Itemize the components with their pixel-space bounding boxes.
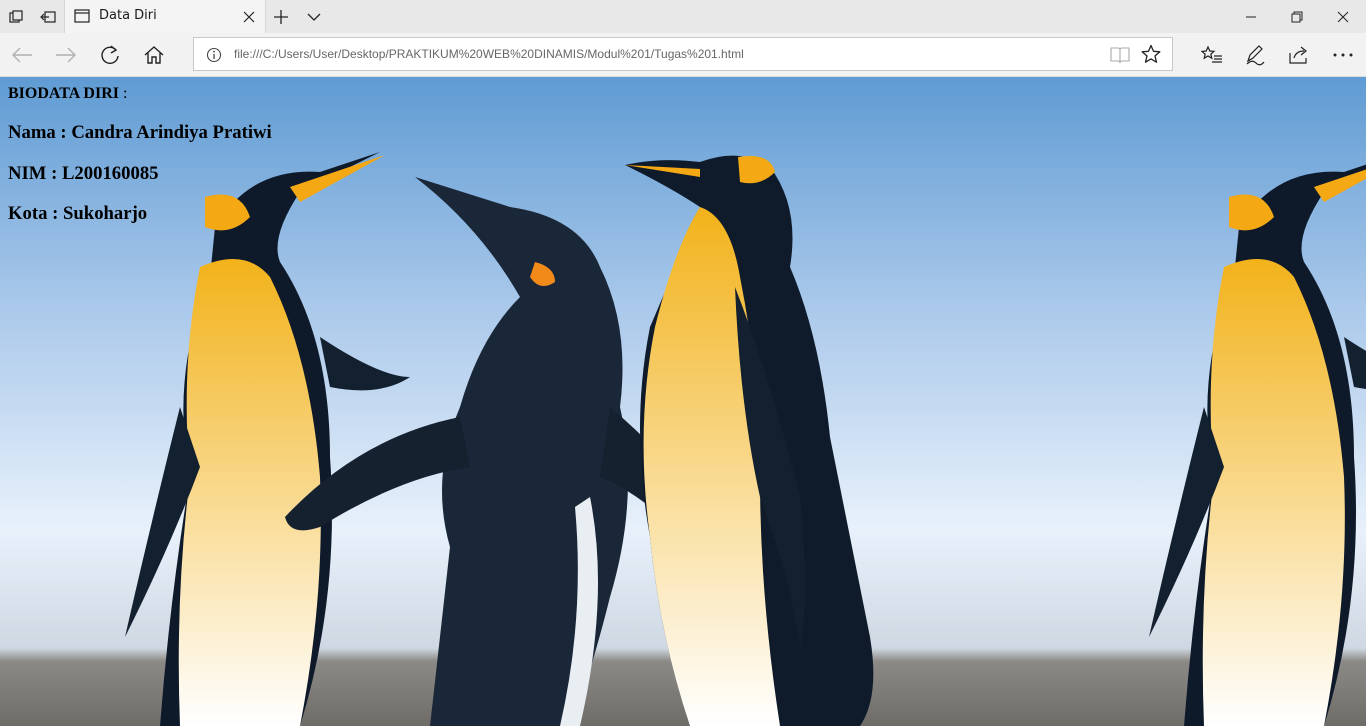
minimize-button[interactable] [1228,0,1274,33]
tab-bar: Data Diri [0,0,1366,33]
forward-button[interactable] [51,41,81,69]
address-bar[interactable]: file:///C:/Users/User/Desktop/PRAKTIKUM%… [193,37,1173,71]
biodata-heading: BIODATA DIRI : [8,85,127,105]
heading-colon: : [118,85,128,102]
minimize-icon [1246,16,1256,17]
page-viewport: BIODATA DIRI : Nama : Candra Arindiya Pr… [0,77,1366,726]
set-tabs-aside-icon[interactable] [32,0,64,33]
refresh-icon [101,45,119,65]
home-icon [144,46,164,64]
chevron-down-icon[interactable] [306,10,322,24]
close-window-button[interactable] [1320,0,1366,33]
tab-data-diri[interactable]: Data Diri [64,0,266,33]
favorites-hub-button[interactable] [1197,41,1227,69]
more-button[interactable] [1328,41,1358,69]
plus-icon[interactable] [272,8,290,26]
refresh-button[interactable] [95,41,125,69]
restore-button[interactable] [1274,0,1320,33]
biodata-content: BIODATA DIRI : Nama : Candra Arindiya Pr… [8,85,272,224]
tab-manager-icon[interactable] [0,0,32,33]
name-line: Nama : Candra Arindiya Pratiwi [8,122,272,143]
navigation-bar: file:///C:/Users/User/Desktop/PRAKTIKUM%… [0,33,1366,77]
reading-view-icon[interactable] [1110,46,1130,64]
heading-text: BIODATA DIRI [8,85,119,102]
info-icon[interactable] [206,47,222,63]
nim-line: NIM : L200160085 [8,163,159,184]
url-text[interactable]: file:///C:/Users/User/Desktop/PRAKTIKUM%… [234,47,744,61]
close-icon [1337,11,1349,22]
back-arrow-icon [12,47,32,63]
web-notes-button[interactable] [1240,41,1270,69]
page-icon [74,9,90,23]
pen-icon [1246,45,1265,66]
forward-arrow-icon [56,47,76,63]
share-icon [1289,46,1307,64]
restore-icon [1291,11,1303,22]
favorites-hub-icon [1201,45,1222,63]
star-icon[interactable] [1141,44,1161,64]
city-line: Kota : Sukoharjo [8,203,148,224]
penguins-background-image-repeat [1024,77,1366,726]
more-icon [1333,53,1353,57]
tab-title: Data Diri [99,8,157,23]
share-button[interactable] [1284,41,1314,69]
home-button[interactable] [139,41,169,69]
back-button[interactable] [7,41,37,69]
close-icon[interactable] [241,9,257,25]
